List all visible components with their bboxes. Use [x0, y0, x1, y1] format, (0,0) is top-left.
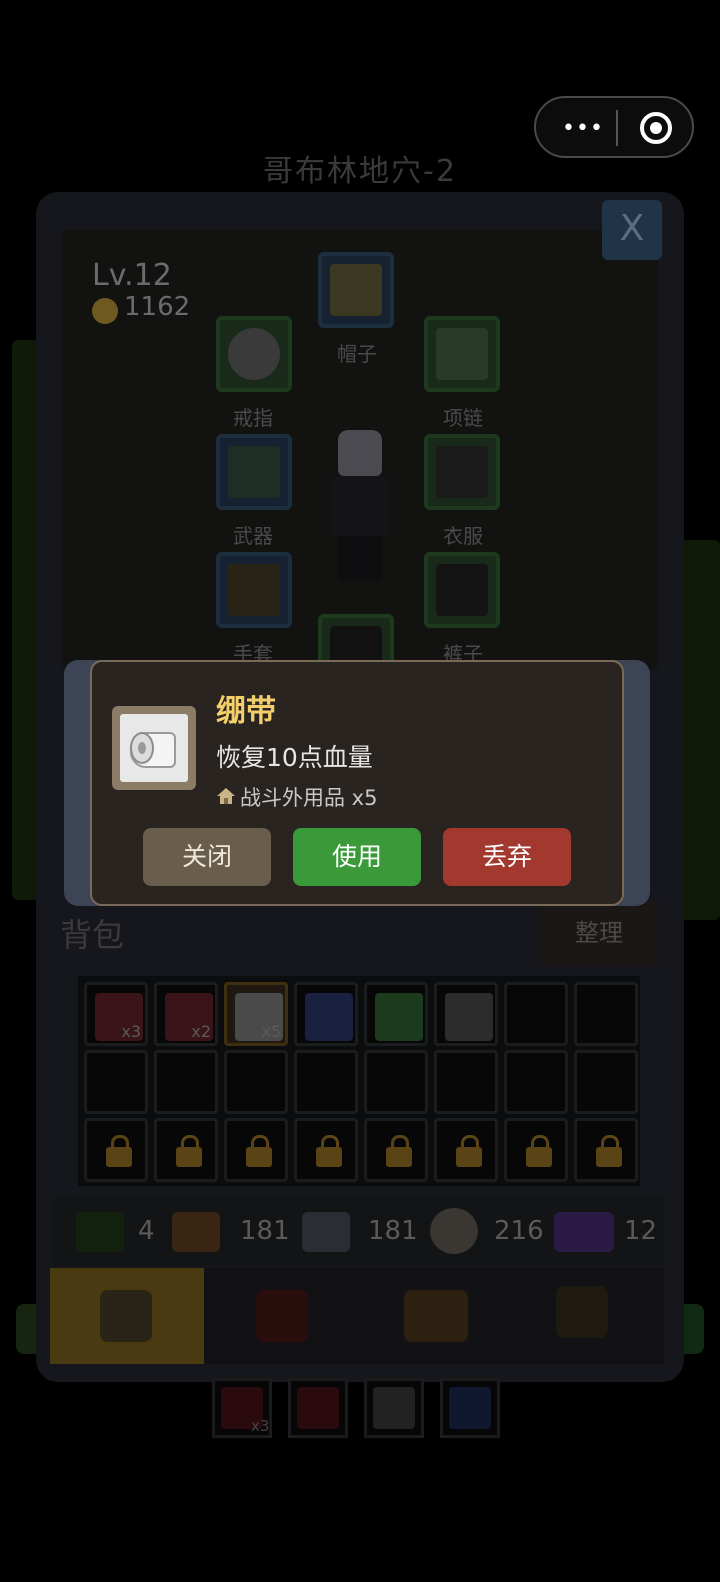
tab-journal[interactable] [404, 1290, 468, 1342]
player-level: Lv.12 [92, 258, 172, 293]
yarn-icon [430, 1208, 478, 1254]
bag-slot-locked[interactable] [224, 1118, 288, 1182]
pants-slot[interactable] [424, 552, 500, 628]
forest-edge-right [680, 540, 720, 920]
quick-slot[interactable] [288, 1378, 348, 1438]
bag-slot-locked[interactable] [294, 1118, 358, 1182]
bag-slot-empty[interactable] [224, 1050, 288, 1114]
lock-icon [456, 1135, 482, 1167]
gold-amount: 1162 [124, 292, 191, 322]
green-gem-icon [375, 993, 423, 1041]
bag-slot[interactable] [364, 982, 428, 1046]
clothes-slot[interactable] [424, 434, 500, 510]
skull-mask-icon [445, 993, 493, 1041]
ore-icon [302, 1212, 350, 1252]
herb-count: 4 [138, 1216, 155, 1246]
bag-slot-empty[interactable] [574, 982, 638, 1046]
bandage-icon [373, 1387, 415, 1429]
bandage-icon [120, 714, 188, 782]
character-head [338, 430, 382, 476]
bag-slot-locked[interactable] [84, 1118, 148, 1182]
quick-slot[interactable] [364, 1378, 424, 1438]
quick-slot[interactable] [440, 1378, 500, 1438]
bag-slot-empty[interactable] [364, 1050, 428, 1114]
bag-slot[interactable] [434, 982, 498, 1046]
bag-slot[interactable]: x3 [84, 982, 148, 1046]
bag-slot-empty[interactable] [504, 1050, 568, 1114]
lock-icon [246, 1135, 272, 1167]
bag-slot-empty[interactable] [574, 1050, 638, 1114]
ore-count: 181 [368, 1216, 418, 1246]
tab-spellbook[interactable] [256, 1290, 308, 1342]
capsule-divider [616, 110, 618, 146]
bag-slot-selected[interactable]: x5 [224, 982, 288, 1046]
item-image-frame [112, 706, 196, 790]
character-legs [338, 536, 382, 580]
bag-title: 背包 [60, 916, 125, 954]
weapon-label: 武器 [233, 524, 273, 548]
lock-icon [316, 1135, 342, 1167]
bag-slot-locked[interactable] [434, 1118, 498, 1182]
blue-potion-icon [449, 1387, 491, 1429]
backpack-icon [100, 1290, 152, 1342]
lock-icon [596, 1135, 622, 1167]
herb-icon [76, 1212, 124, 1252]
bandage-core [138, 742, 146, 754]
gloves-slot[interactable] [216, 552, 292, 628]
lock-icon [386, 1135, 412, 1167]
item-name: 绷带 [216, 694, 276, 729]
item-description: 恢复10点血量 [216, 743, 373, 772]
portal-icon [554, 1212, 614, 1252]
wood-log-icon [172, 1212, 220, 1252]
lock-icon [526, 1135, 552, 1167]
portal-count: 12 [624, 1216, 658, 1246]
ring-label: 戒指 [233, 406, 273, 430]
hat-slot[interactable] [318, 252, 394, 328]
hat-label: 帽子 [337, 342, 377, 366]
use-button[interactable]: 使用 [293, 828, 421, 886]
weapon-slot[interactable] [216, 434, 292, 510]
tab-achievements[interactable] [556, 1286, 608, 1338]
quick-slot[interactable]: x3 [212, 1378, 272, 1438]
bag-slot-empty[interactable] [504, 982, 568, 1046]
bag-slot[interactable]: x2 [154, 982, 218, 1046]
close-panel-button[interactable]: X [602, 200, 662, 260]
record-icon[interactable] [640, 112, 672, 144]
yarn-count: 216 [494, 1216, 544, 1246]
clothes-label: 衣服 [443, 524, 483, 548]
bag-slot-empty[interactable] [84, 1050, 148, 1114]
item-qty: x5 [261, 1022, 281, 1041]
item-qty: x2 [191, 1022, 211, 1041]
lock-icon [106, 1135, 132, 1167]
item-qty: x3 [251, 1417, 270, 1435]
bag-slot-empty[interactable] [154, 1050, 218, 1114]
bag-slot[interactable] [294, 982, 358, 1046]
item-type: 战斗外用品 x5 [240, 786, 378, 810]
close-button[interactable]: 关闭 [143, 828, 271, 886]
character-body [332, 476, 388, 536]
bag-slot-empty[interactable] [434, 1050, 498, 1114]
necklace-label: 项链 [443, 406, 483, 430]
bag-slot-empty[interactable] [294, 1050, 358, 1114]
more-menu-icon[interactable]: ••• [562, 116, 604, 141]
necklace-slot[interactable] [424, 316, 500, 392]
bag-slot-locked[interactable] [364, 1118, 428, 1182]
bag-slot-locked[interactable] [504, 1118, 568, 1182]
ring-slot[interactable] [216, 316, 292, 392]
bag-slot-locked[interactable] [154, 1118, 218, 1182]
lock-icon [176, 1135, 202, 1167]
wood-count: 181 [240, 1216, 290, 1246]
sort-button[interactable]: 整理 [540, 900, 658, 966]
player-character [326, 430, 396, 580]
blue-potion-icon [305, 993, 353, 1041]
bag-slot-locked[interactable] [574, 1118, 638, 1182]
discard-button[interactable]: 丢弃 [443, 828, 571, 886]
coin-icon [92, 298, 118, 324]
house-icon [217, 788, 235, 804]
red-potion-icon [297, 1387, 339, 1429]
miniprogram-capsule: ••• [534, 96, 694, 158]
item-qty: x3 [121, 1022, 141, 1041]
